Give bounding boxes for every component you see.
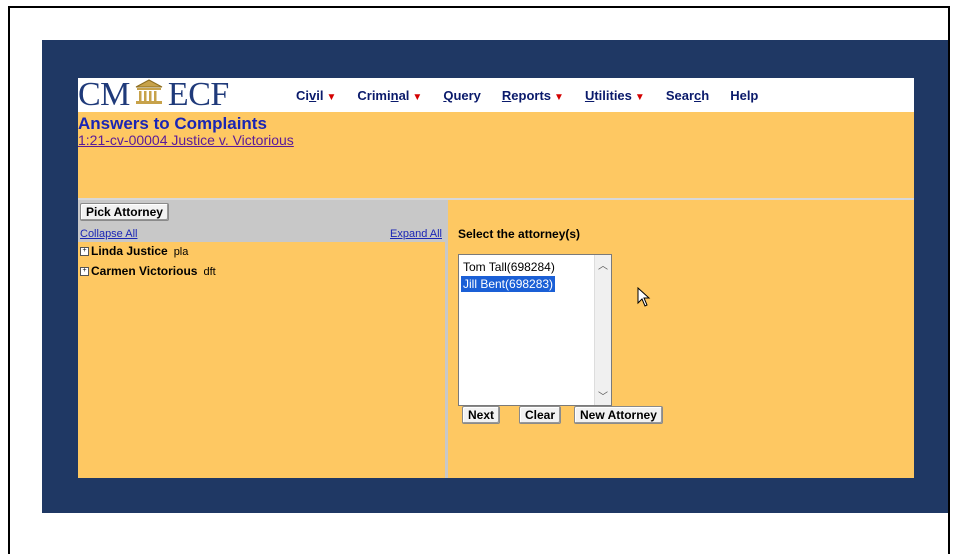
logo-text-right: ECF (167, 76, 229, 113)
cmecf-logo: CM ECF (78, 76, 229, 114)
caret-down-icon: ▼ (326, 91, 337, 103)
party-tree-panel: Pick Attorney Collapse All Expand All + L… (78, 200, 445, 478)
new-attorney-button[interactable]: New Attorney (574, 406, 663, 424)
main-menu: Civil ▼ Criminal ▼ Query Reports ▼ Utilitie… (296, 78, 779, 112)
caret-down-icon: ▼ (554, 91, 564, 103)
menu-criminal[interactable]: Criminal ▼ (357, 88, 422, 103)
case-link[interactable]: 1:21-cv-00004 Justice v. Victorious (78, 132, 294, 148)
chevron-up-icon[interactable]: ︿ (598, 257, 608, 272)
mouse-pointer-icon (637, 286, 651, 312)
collapse-all-link[interactable]: Collapse All (80, 228, 137, 240)
caret-down-icon: ▼ (412, 91, 423, 103)
chevron-down-icon[interactable]: ﹀ (598, 388, 608, 403)
attorney-option-selected[interactable]: Jill Bent(698283) (459, 275, 557, 293)
page-header: Answers to Complaints 1:21-cv-00004 Just… (78, 112, 914, 198)
party-name: Carmen Victorious (91, 264, 198, 278)
party-item[interactable]: + Linda Justice pla (80, 244, 188, 258)
menu-search[interactable]: Search (666, 88, 709, 103)
page-title: Answers to Complaints (78, 114, 267, 133)
menu-civil[interactable]: Civil ▼ (296, 88, 336, 103)
logo-text-left: CM (78, 76, 130, 113)
party-item[interactable]: + Carmen Victorious dft (80, 264, 216, 278)
clear-button[interactable]: Clear (519, 406, 562, 424)
menu-reports[interactable]: Reports ▼ (502, 88, 564, 103)
pick-attorney-button[interactable]: Pick Attorney (80, 203, 169, 221)
attorney-listbox[interactable]: Tom Tall(698284) Jill Bent(698283) ︿ ﹀ (458, 254, 612, 406)
menu-utilities[interactable]: Utilities ▼ (585, 88, 645, 103)
menu-bar: CM ECF Civil ▼ Criminal ▼ Query Reports ▼ U… (78, 76, 914, 114)
next-button[interactable]: Next (462, 406, 501, 424)
menu-query[interactable]: Query (443, 88, 481, 103)
select-attorney-label: Select the attorney(s) (458, 227, 581, 241)
caret-down-icon: ▼ (634, 91, 645, 103)
menu-help[interactable]: Help (730, 88, 758, 103)
attorney-select-panel: Select the attorney(s) Tom Tall(698284) … (448, 200, 914, 478)
party-role: pla (173, 246, 189, 258)
expand-all-link[interactable]: Expand All (390, 228, 442, 240)
courthouse-icon (134, 76, 164, 114)
party-role: dft (203, 266, 216, 278)
listbox-scrollbar[interactable]: ︿ ﹀ (594, 255, 611, 405)
attorney-option[interactable]: Tom Tall(698284) (461, 259, 557, 275)
party-name: Linda Justice (91, 244, 168, 258)
plus-box-icon[interactable]: + (80, 267, 89, 277)
plus-box-icon[interactable]: + (80, 247, 89, 257)
